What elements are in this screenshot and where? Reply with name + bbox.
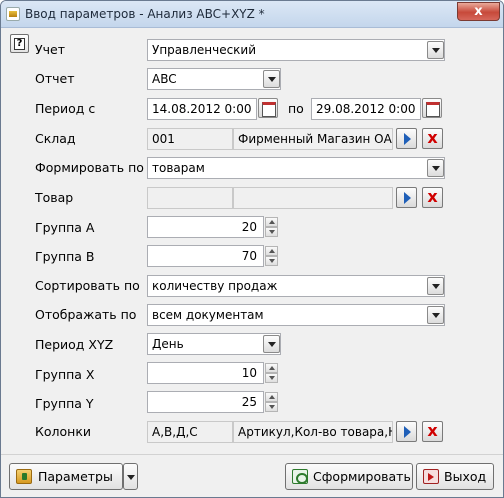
sklad-code-field: 001	[147, 128, 233, 150]
uchet-label: Учет	[35, 42, 65, 57]
uchet-combo[interactable]: Управленческий	[147, 39, 445, 61]
help-button[interactable]: ?	[10, 34, 29, 53]
close-button[interactable]: x	[457, 2, 500, 21]
params-button[interactable]: Параметры	[9, 463, 123, 490]
otchet-combo[interactable]: ABC	[147, 68, 281, 90]
exit-button[interactable]: Выход	[416, 463, 494, 490]
group-b-spinner[interactable]	[265, 246, 278, 266]
period-from-label: Период с	[35, 101, 96, 116]
otchet-label: Отчет	[35, 71, 75, 86]
spin-down-icon[interactable]	[265, 256, 278, 266]
period-to-label: по	[288, 101, 304, 116]
otobrazhat-label: Отображать по	[35, 307, 137, 322]
spin-up-icon[interactable]	[265, 392, 278, 402]
group-a-label: Группа А	[35, 220, 95, 235]
formirovat-dropdown-arrow[interactable]	[427, 159, 444, 177]
spin-down-icon[interactable]	[265, 373, 278, 383]
params-dropdown-arrow[interactable]	[123, 463, 138, 490]
kolonki-code-field: A,B,Д,С	[147, 421, 233, 443]
app-icon	[6, 7, 20, 21]
tovar-select-button[interactable]	[396, 187, 417, 208]
tovar-code-field	[147, 187, 233, 209]
group-x-label: Группа X	[35, 367, 95, 382]
otchet-dropdown-arrow[interactable]	[263, 70, 280, 88]
formirovat-label: Формировать по	[35, 160, 144, 175]
period-from-calendar-icon[interactable]	[258, 98, 278, 118]
exit-button-label: Выход	[444, 469, 487, 484]
uchet-dropdown-arrow[interactable]	[427, 41, 444, 59]
sortirovat-label: Сортировать по	[35, 278, 140, 293]
title-bar[interactable]: Ввод параметров - Анализ ABC+XYZ * x	[1, 1, 503, 28]
generate-button[interactable]: Сформировать	[285, 463, 413, 490]
spin-up-icon[interactable]	[265, 246, 278, 256]
period-xyz-combo[interactable]: День	[147, 333, 281, 355]
footer-separator	[1, 454, 503, 455]
formirovat-combo[interactable]: товарам	[147, 157, 445, 179]
spin-down-icon[interactable]	[265, 402, 278, 412]
spin-down-icon[interactable]	[265, 227, 278, 237]
sklad-label: Склад	[35, 131, 76, 146]
sklad-name-field: Фирменный Магазин ОАО	[233, 128, 393, 150]
group-a-spinner[interactable]	[265, 217, 278, 237]
tovar-name-field	[233, 187, 393, 209]
spin-up-icon[interactable]	[265, 363, 278, 373]
otobrazhat-dropdown-arrow[interactable]	[427, 306, 444, 324]
params-button-label: Параметры	[38, 469, 113, 484]
group-y-spinner[interactable]	[265, 392, 278, 412]
spin-up-icon[interactable]	[265, 217, 278, 227]
group-a-input[interactable]: 20	[147, 216, 264, 238]
period-to-input[interactable]: 29.08.2012 0:00	[311, 98, 421, 120]
period-xyz-label: Период XYZ	[35, 337, 114, 352]
params-icon	[16, 469, 32, 484]
tovar-clear-icon[interactable]: x	[422, 187, 443, 208]
tovar-label: Товар	[35, 190, 74, 205]
kolonki-label: Колонки	[35, 424, 92, 439]
group-x-spinner[interactable]	[265, 363, 278, 383]
window-title: Ввод параметров - Анализ ABC+XYZ *	[25, 7, 265, 21]
period-from-input[interactable]: 14.08.2012 0:00	[147, 98, 257, 120]
dialog-window: Ввод параметров - Анализ ABC+XYZ * x ? У…	[0, 0, 504, 498]
otobrazhat-combo[interactable]: всем документам	[147, 304, 445, 326]
generate-icon	[292, 469, 308, 484]
period-to-calendar-icon[interactable]	[422, 98, 442, 118]
group-b-input[interactable]: 70	[147, 245, 264, 267]
exit-icon	[423, 469, 439, 484]
sklad-select-button[interactable]	[396, 128, 417, 149]
kolonki-clear-icon[interactable]: x	[422, 421, 443, 442]
group-x-input[interactable]: 10	[147, 362, 264, 384]
sortirovat-combo[interactable]: количеству продаж	[147, 275, 445, 297]
sklad-clear-icon[interactable]: x	[422, 128, 443, 149]
generate-button-label: Сформировать	[313, 469, 411, 484]
period-xyz-dropdown-arrow[interactable]	[263, 335, 280, 353]
kolonki-select-button[interactable]	[396, 421, 417, 442]
help-icon: ?	[14, 38, 25, 50]
group-y-label: Группа Y	[35, 396, 94, 411]
kolonki-name-field: Артикул,Кол-во товара,Н	[233, 421, 393, 443]
sortirovat-dropdown-arrow[interactable]	[427, 277, 444, 295]
group-b-label: Группа В	[35, 249, 95, 264]
group-y-input[interactable]: 25	[147, 391, 264, 413]
